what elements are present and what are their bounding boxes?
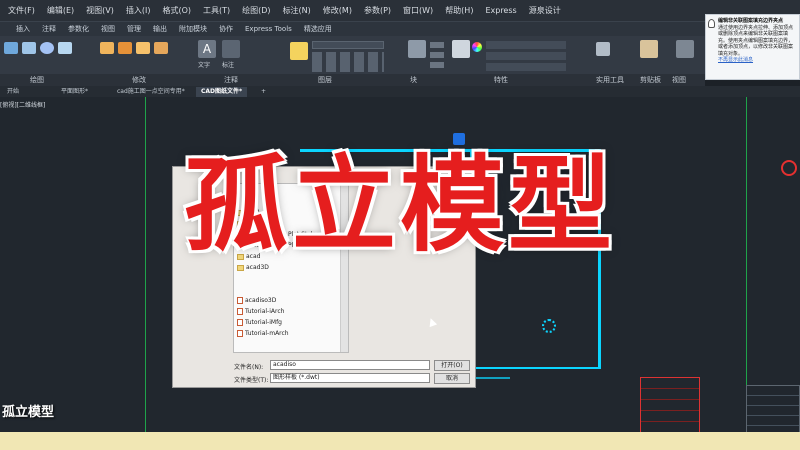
panel-annotation[interactable]: 注释 — [224, 75, 238, 85]
menu-express[interactable]: Express — [479, 6, 522, 15]
ribbon-tab-insert[interactable]: 插入 — [10, 24, 36, 34]
ribbon-tab-row: 插入 注释 参数化 视图 管理 输出 附加模块 协作 Express Tools… — [0, 22, 705, 36]
floorplan-bottom-wall — [470, 367, 600, 369]
panel-clipboard[interactable]: 剪贴板 — [640, 75, 661, 85]
paste-icon[interactable] — [640, 40, 658, 58]
arc-tool-icon[interactable] — [58, 42, 72, 54]
panel-properties[interactable]: 特性 — [494, 75, 508, 85]
doc-tab-cad-file[interactable]: CAD图纸文件* — [196, 87, 248, 97]
circle-tool-icon[interactable] — [40, 42, 54, 54]
filetype-select[interactable]: 图形样板 (*.dwt) — [270, 373, 430, 383]
notification-dismiss-link[interactable]: 不再显示此消息 — [718, 57, 796, 64]
panel-utilities[interactable]: 实用工具 — [596, 75, 624, 85]
template-file-icon — [237, 330, 243, 337]
layer-properties-icon[interactable] — [290, 42, 308, 60]
ribbon-tab-addins[interactable]: 附加模块 — [173, 24, 213, 34]
insert-block-icon[interactable] — [408, 40, 426, 58]
viewport-icon[interactable] — [676, 40, 694, 58]
mirror-tool-icon[interactable] — [154, 42, 168, 54]
move-tool-icon[interactable] — [100, 42, 114, 54]
polyline-tool-icon[interactable] — [22, 42, 36, 54]
filename-input[interactable]: acadiso — [270, 360, 430, 370]
menu-format[interactable]: 格式(O) — [156, 5, 197, 16]
lightbulb-icon — [708, 19, 715, 28]
cancel-button[interactable]: 取消 — [434, 373, 470, 384]
template-file-icon — [237, 319, 243, 326]
ribbon-tab-manage[interactable]: 管理 — [121, 24, 147, 34]
overlay-title: 孤立模型 — [182, 144, 616, 266]
ribbon-tab-express-tools[interactable]: Express Tools — [239, 25, 298, 33]
panel-modify[interactable]: 修改 — [132, 75, 146, 85]
menu-bar: 文件(F) 编辑(E) 视图(V) 插入(I) 格式(O) 工具(T) 绘图(D… — [0, 0, 800, 22]
list-item[interactable]: Tutorial-mArch — [237, 329, 289, 338]
legend-table — [640, 377, 700, 433]
menu-modify[interactable]: 修改(M) — [317, 5, 358, 16]
properties-dropdowns[interactable] — [486, 41, 566, 71]
menu-draw[interactable]: 绘图(D) — [236, 5, 276, 16]
panel-block[interactable]: 块 — [410, 75, 417, 85]
filetype-label: 文件类型(T): — [234, 377, 269, 384]
text-tool-icon[interactable]: A — [198, 40, 216, 58]
ribbon-panel-labels: 绘图 修改 注释 图层 块 特性 实用工具 剪贴板 视图 — [0, 74, 705, 86]
doc-tab-construction[interactable]: cad施工图一点空间专用* — [112, 87, 190, 97]
menu-window[interactable]: 窗口(W) — [397, 5, 439, 16]
document-tabs: 开始 平面图形* cad施工图一点空间专用* CAD图纸文件* + — [0, 86, 800, 97]
list-item[interactable]: acadiso3D — [237, 296, 276, 305]
bottom-strip — [0, 432, 800, 450]
menu-tools[interactable]: 工具(T) — [197, 5, 236, 16]
open-button[interactable]: 打开(O) — [434, 360, 470, 371]
menu-yuanquan[interactable]: 源泉设计 — [523, 5, 567, 16]
dimension-tool-icon[interactable] — [222, 40, 240, 58]
menu-insert[interactable]: 插入(I) — [120, 5, 157, 16]
notification-balloon: 编辑非关联图案填充边界夹点 通过使用边界夹点拉伸、添加顶点或删除顶点来编辑非关联… — [705, 14, 800, 80]
ribbon-tab-collaborate[interactable]: 协作 — [213, 24, 239, 34]
rotate-tool-icon[interactable] — [118, 42, 132, 54]
ribbon-tab-parametric[interactable]: 参数化 — [62, 24, 95, 34]
menu-view[interactable]: 视图(V) — [80, 5, 120, 16]
new-tab-button[interactable]: + — [256, 87, 271, 97]
measure-icon[interactable] — [596, 42, 610, 56]
viewport-label[interactable]: [俯视][二维线框] — [0, 100, 45, 109]
ribbon-tab-annotate[interactable]: 注释 — [36, 24, 62, 34]
dimension-tool-label: 标注 — [222, 62, 235, 69]
panel-view[interactable]: 视图 — [672, 75, 686, 85]
menu-dimension[interactable]: 标注(N) — [277, 5, 317, 16]
color-wheel-icon[interactable] — [472, 42, 482, 52]
fixture-symbol-icon — [542, 319, 556, 333]
menu-file[interactable]: 文件(F) — [2, 5, 41, 16]
menu-help[interactable]: 帮助(H) — [439, 5, 479, 16]
ribbon-tab-output[interactable]: 输出 — [147, 24, 173, 34]
template-file-icon — [237, 308, 243, 315]
ribbon-tab-featured-apps[interactable]: 精选应用 — [298, 24, 338, 34]
list-item[interactable]: Tutorial-iMfg — [237, 318, 282, 327]
template-file-icon — [237, 297, 243, 304]
ribbon-tab-view[interactable]: 视图 — [95, 24, 121, 34]
text-tool-label: 文字 — [198, 62, 211, 69]
panel-draw[interactable]: 绘图 — [30, 75, 44, 85]
video-caption: 孤立模型 — [2, 405, 55, 420]
menu-edit[interactable]: 编辑(E) — [41, 5, 80, 16]
doc-tab-plan[interactable]: 平面图形* — [56, 87, 93, 97]
notification-body: 通过使用边界夹点拉伸、添加顶点或删除顶点来编辑非关联图案填充。使用夹点编辑图案填… — [718, 24, 794, 57]
list-item[interactable]: Tutorial-iArch — [237, 307, 284, 316]
menu-parametric[interactable]: 参数(P) — [358, 5, 397, 16]
block-tools — [430, 42, 444, 72]
layer-dropdown[interactable] — [312, 41, 384, 49]
line-tool-icon[interactable] — [4, 42, 18, 54]
doc-tab-start[interactable]: 开始 — [2, 87, 24, 97]
copy-tool-icon[interactable] — [136, 42, 150, 54]
drawing-info-table — [746, 385, 800, 433]
match-properties-icon[interactable] — [452, 40, 470, 58]
panel-layers[interactable]: 图层 — [318, 75, 332, 85]
layer-tools-row — [312, 52, 384, 72]
filename-label: 文件名(N): — [234, 364, 264, 371]
